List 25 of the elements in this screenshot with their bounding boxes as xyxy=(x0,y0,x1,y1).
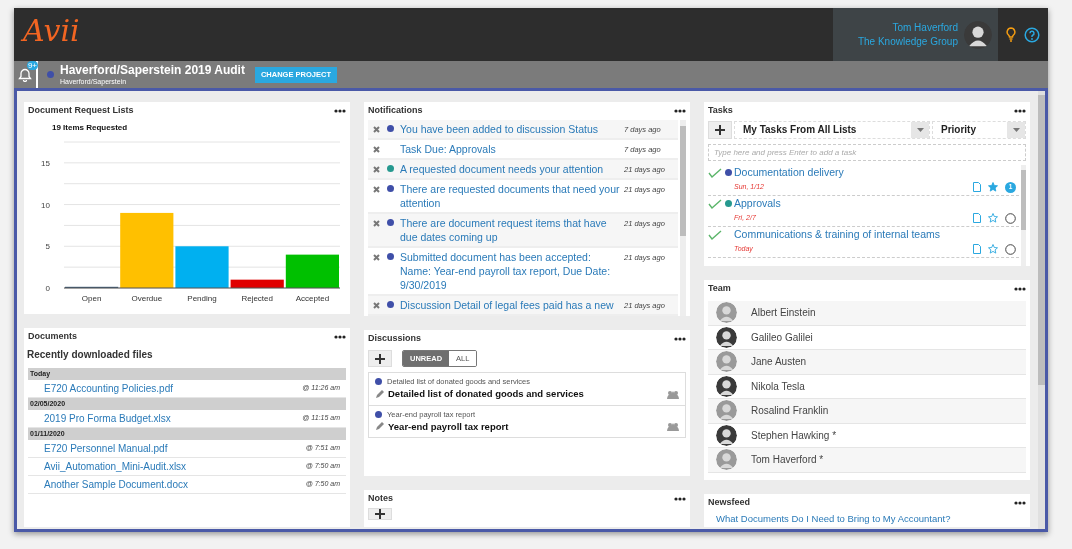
axis-category-label: Rejected xyxy=(241,294,273,303)
notification-badge: 9+ xyxy=(26,61,38,70)
axis-tick-label: 10 xyxy=(41,200,50,210)
project-title: Haverford/Saperstein 2019 Audit xyxy=(60,63,245,77)
axis-tick-label: 0 xyxy=(45,284,50,293)
widget-title: Documents xyxy=(28,330,77,344)
chart-title: 19 Items Requested xyxy=(52,122,129,134)
axis-tick-label: 5 xyxy=(45,242,50,252)
widget-title: Tasks xyxy=(708,104,733,118)
widget-title: Discussions xyxy=(368,332,422,346)
axis-category-label: Open xyxy=(81,294,102,303)
user-name: Tom Haverford xyxy=(892,20,958,35)
widget-title: Document Request Lists xyxy=(28,104,134,118)
axis-category-label: Accepted xyxy=(295,294,330,303)
widget-title: Team xyxy=(708,282,731,296)
axis-category-label: Overdue xyxy=(131,294,163,303)
discussion-title: Year-end payroll tax report xyxy=(388,419,510,434)
widget-title: Notes xyxy=(368,492,393,506)
widget-title: Notifications xyxy=(368,104,423,118)
organization-name: The Knowledge Group xyxy=(857,34,958,49)
discussion-title: Detailed list of donated goods and services xyxy=(388,387,585,402)
axis-tick-label: 15 xyxy=(41,158,50,168)
widget-title: Newsfeed xyxy=(708,496,751,510)
section-heading: Recently downloaded files xyxy=(27,348,154,362)
axis-category-label: Pending xyxy=(187,294,217,303)
